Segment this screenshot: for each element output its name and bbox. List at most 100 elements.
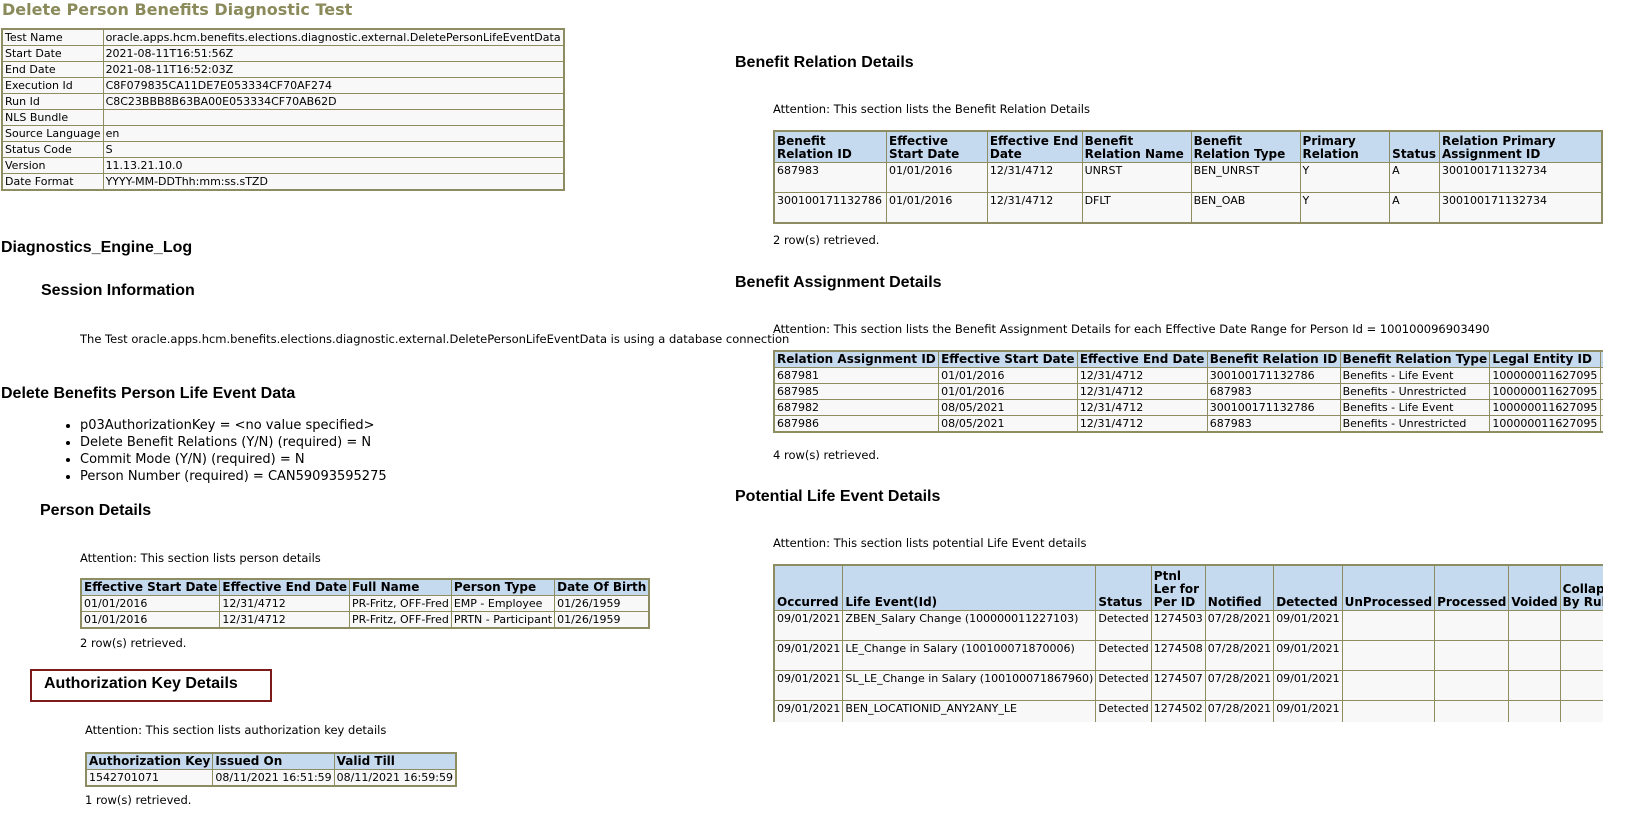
column-header: Assignment ID	[1600, 352, 1603, 367]
table-cell: 12/31/4712	[220, 596, 350, 611]
info-value: C8F079835CA11DE7E053334CF70AF274	[103, 78, 563, 93]
table-cell: 01/01/2016	[939, 368, 1077, 383]
table-cell: 09/01/2021	[775, 641, 843, 670]
table-cell: 687982	[775, 400, 939, 415]
column-header: Voided	[1509, 566, 1560, 610]
column-header: Effective End Date	[1077, 352, 1207, 367]
column-header: Date Of Birth	[555, 580, 649, 595]
table-cell	[1435, 671, 1509, 700]
info-label: Source Language	[3, 126, 103, 141]
table-cell: 08/11/2021 16:51:59	[213, 770, 334, 785]
table-cell: 08/05/2021	[939, 416, 1077, 431]
table-cell: 12/31/4712	[1077, 368, 1207, 383]
table-cell: 687986	[775, 416, 939, 431]
table-row: 09/01/2021 ZBEN_Salary Change (1000000112…	[775, 611, 1603, 640]
table-cell	[1509, 641, 1560, 670]
benefit-relation-viewport: Benefit Relation ID Effective Start Date E…	[773, 130, 1643, 234]
table-cell: Y	[1300, 193, 1390, 222]
table-cell: Detected	[1096, 611, 1151, 640]
table-row: 01/01/2016 12/31/4712 PR-Fritz, OFF-Fred EM…	[82, 596, 649, 611]
column-header: Benefit Relation ID	[775, 132, 887, 162]
column-header: Status	[1096, 566, 1151, 610]
info-value: en	[103, 126, 563, 141]
table-cell: 300100171132734	[1439, 163, 1601, 192]
table-cell: 300100171132786	[1207, 400, 1340, 415]
table-cell: 687985	[775, 384, 939, 399]
table-cell: 300100171132734	[1439, 193, 1601, 222]
table-cell: 12/31/4712	[1077, 416, 1207, 431]
column-header: Valid Till	[334, 754, 455, 769]
column-header: Ptnl Ler for Per ID	[1151, 566, 1205, 610]
table-cell: Benefits - Life Event	[1340, 400, 1490, 415]
table-cell: 100000011627095	[1490, 400, 1600, 415]
info-row: Date Format YYYY-MM-DDThh:mm:ss.sTZD	[3, 174, 563, 189]
info-row: Source Language en	[3, 126, 563, 141]
table-cell: 01/01/2016	[939, 384, 1077, 399]
session-info-text: The Test oracle.apps.hcm.benefits.electi…	[80, 332, 790, 346]
table-row: 09/01/2021 BEN_LOCATIONID_ANY2ANY_LE Detec…	[775, 701, 1603, 722]
table-cell: 100000011627095	[1490, 416, 1600, 431]
column-header: Detected	[1274, 566, 1342, 610]
potential-life-event-attention: Attention: This section lists potential …	[773, 536, 1087, 550]
benefit-assignment-heading: Benefit Assignment Details	[735, 274, 942, 291]
table-cell: 09/01/2021	[1274, 641, 1342, 670]
info-row: Version 11.13.21.10.0	[3, 158, 563, 173]
table-cell: ZBEN_Salary Change (100000011227103)	[843, 611, 1096, 640]
info-row: Run Id C8C23BBB8B63BA00E053334CF70AB62D	[3, 94, 563, 109]
info-value: S	[103, 142, 563, 157]
column-header: Notified	[1205, 566, 1274, 610]
engine-log-heading: Diagnostics_Engine_Log	[1, 239, 193, 256]
column-header: Collapsed By Rule	[1560, 566, 1603, 610]
auth-details-heading: Authorization Key Details	[44, 675, 238, 692]
table-cell: 09/01/2021	[775, 701, 843, 722]
table-cell: 687983	[1207, 384, 1340, 399]
table-cell: 07/28/2021	[1205, 671, 1274, 700]
table-row: 687983 01/01/2016 12/31/4712 UNRST BEN_UNRST…	[775, 163, 1601, 192]
table-cell	[1560, 671, 1603, 700]
table-cell	[1435, 641, 1509, 670]
table-row: 687981 01/01/2016 12/31/4712 30010017113278…	[775, 368, 1603, 383]
table-cell	[1560, 611, 1603, 640]
info-value: C8C23BBB8B63BA00E053334CF70AB62D	[103, 94, 563, 109]
table-cell: EMP - Employee	[451, 596, 555, 611]
table-cell: 300100566251234	[1600, 416, 1603, 431]
table-row: 09/01/2021 SL_LE_Change in Salary (100100…	[775, 671, 1603, 700]
table-cell	[1560, 641, 1603, 670]
table-cell: 300100171132786	[1207, 368, 1340, 383]
table-cell: 12/31/4712	[987, 193, 1082, 222]
table-cell: 300100171132734	[1600, 384, 1603, 399]
benefit-assignment-footer: 4 row(s) retrieved.	[773, 448, 880, 462]
info-label: Start Date	[3, 46, 103, 61]
table-cell: 08/05/2021	[939, 400, 1077, 415]
info-value	[103, 110, 563, 125]
table-cell	[1342, 701, 1435, 722]
benefit-assignment-viewport: Relation Assignment ID Effective Start Da…	[773, 350, 1603, 450]
column-header: Relation Assignment ID	[775, 352, 939, 367]
table-cell: Benefits - Unrestricted	[1340, 416, 1490, 431]
parameter-list: p03AuthorizationKey = <no value specifie…	[60, 417, 387, 485]
benefit-relation-heading: Benefit Relation Details	[735, 54, 914, 71]
benefit-assignment-table: Relation Assignment ID Effective Start Da…	[773, 350, 1603, 433]
table-row: 09/01/2021 LE_Change in Salary (100100071…	[775, 641, 1603, 670]
info-row: NLS Bundle	[3, 110, 563, 125]
table-cell: 687983	[775, 163, 887, 192]
column-header: Full Name	[350, 580, 451, 595]
table-cell: 01/01/2016	[82, 612, 220, 627]
table-cell: BEN_UNRST	[1191, 163, 1300, 192]
column-header: Effective Start Date	[887, 132, 987, 162]
auth-details-footer: 1 row(s) retrieved.	[85, 793, 192, 807]
column-header: Occurred	[775, 566, 843, 610]
table-cell: 687981	[775, 368, 939, 383]
table-cell: 300100171132734	[1600, 368, 1603, 383]
info-value: oracle.apps.hcm.benefits.elections.diagn…	[103, 30, 563, 45]
table-cell	[1509, 701, 1560, 722]
delete-section-heading: Delete Benefits Person Life Event Data	[1, 385, 296, 402]
column-header: Person Type	[451, 580, 555, 595]
column-header: Processed	[1435, 566, 1509, 610]
test-info-table: Test Name oracle.apps.hcm.benefits.electi…	[1, 28, 565, 191]
table-cell	[1560, 701, 1603, 722]
column-header: UnProcessed	[1342, 566, 1435, 610]
benefit-relation-table: Benefit Relation ID Effective Start Date E…	[773, 130, 1603, 224]
benefit-relation-footer: 2 row(s) retrieved.	[773, 233, 880, 247]
table-cell: 01/01/2016	[887, 193, 987, 222]
